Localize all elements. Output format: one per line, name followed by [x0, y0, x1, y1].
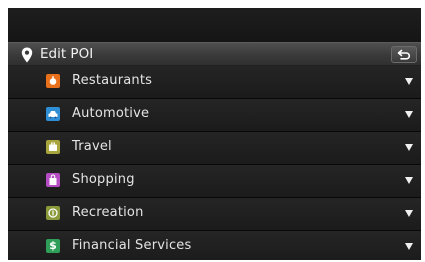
category-row-automotive[interactable]: Automotive	[8, 99, 421, 132]
chevron-down-icon[interactable]	[405, 210, 413, 217]
chevron-down-icon[interactable]	[405, 177, 413, 184]
recreation-icon	[46, 206, 60, 220]
page-title: Edit POI	[40, 46, 94, 62]
category-row-restaurants[interactable]: Restaurants	[8, 66, 421, 99]
category-row-financial-services[interactable]: $ Financial Services	[8, 231, 421, 260]
location-pin-icon	[21, 47, 33, 63]
category-row-shopping[interactable]: Shopping	[8, 165, 421, 198]
header-bar: Edit POI	[8, 42, 421, 66]
chevron-down-icon[interactable]	[405, 111, 413, 118]
category-label: Restaurants	[72, 73, 153, 88]
category-label: Travel	[72, 139, 112, 154]
shopping-bag-icon	[46, 173, 60, 187]
car-icon	[46, 107, 60, 121]
chevron-down-icon[interactable]	[405, 78, 413, 85]
category-label: Shopping	[72, 172, 135, 187]
navigation-screen: Edit POI Restaurants Automotive Travel S…	[8, 8, 421, 260]
luggage-icon	[46, 140, 60, 154]
dollar-icon: $	[46, 239, 60, 253]
category-label: Automotive	[72, 106, 150, 121]
back-button[interactable]	[391, 46, 417, 63]
category-label: Recreation	[72, 205, 144, 220]
restaurant-icon	[46, 74, 60, 88]
chevron-down-icon[interactable]	[405, 243, 413, 250]
category-row-travel[interactable]: Travel	[8, 132, 421, 165]
top-bar	[8, 8, 421, 42]
poi-category-list: Restaurants Automotive Travel Shopping R…	[8, 66, 421, 260]
chevron-down-icon[interactable]	[405, 144, 413, 151]
category-label: Financial Services	[72, 238, 192, 253]
category-row-recreation[interactable]: Recreation	[8, 198, 421, 231]
back-arrow-icon	[397, 49, 411, 60]
